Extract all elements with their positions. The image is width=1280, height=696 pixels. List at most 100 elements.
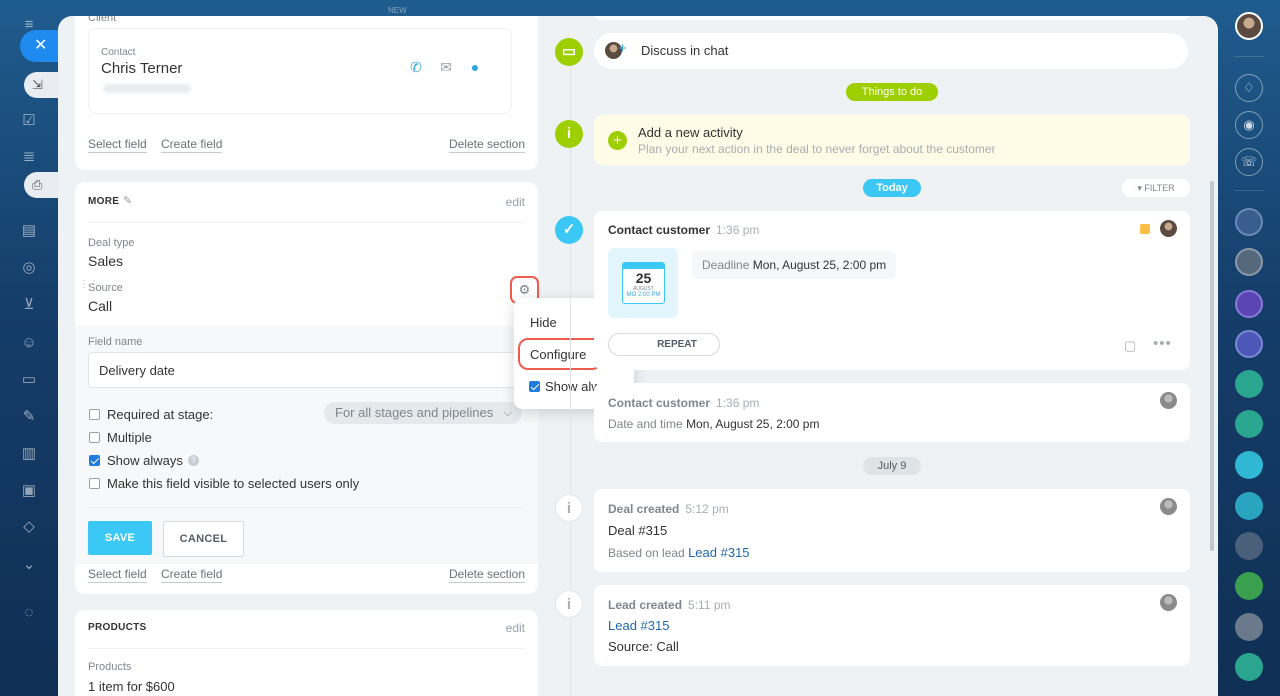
add-activity-card[interactable]: + Add a new activity Plan your next acti…	[594, 115, 1190, 165]
robot-icon[interactable]: ☺	[20, 334, 38, 352]
stage-select-value: For all stages and pipelines	[335, 405, 494, 420]
note-icon[interactable]: ▢	[1124, 338, 1136, 354]
required-checkbox[interactable]	[89, 409, 100, 420]
sign-icon[interactable]: ✎	[20, 408, 38, 426]
multiple-checkbox[interactable]	[89, 432, 100, 443]
more-options-icon[interactable]: •••	[1153, 335, 1172, 352]
task-icon-3[interactable]	[1235, 653, 1263, 681]
app-icon-indigo[interactable]	[1235, 330, 1263, 358]
select-field-link[interactable]: Select field	[88, 137, 147, 153]
analytics-icon[interactable]: ▥	[20, 445, 38, 463]
visible-users-checkbox[interactable]	[89, 478, 100, 489]
menu-item-hide[interactable]: Hide	[530, 315, 557, 330]
show-always-checkbox[interactable]	[89, 455, 100, 466]
store-icon[interactable]: ▤	[20, 222, 38, 240]
author-avatar[interactable]	[1160, 498, 1177, 515]
docs-icon[interactable]: ▭	[20, 371, 38, 389]
visible-users-label: Make this field visible to selected user…	[107, 476, 360, 491]
top-tab-label: NEW	[388, 6, 407, 15]
field-name-input[interactable]: Delivery date	[88, 352, 525, 388]
contact-avatar-4[interactable]	[1235, 613, 1263, 641]
contact-avatar-3[interactable]	[1235, 532, 1263, 560]
save-button[interactable]: SAVE	[88, 521, 152, 555]
more-edit-link[interactable]: edit	[506, 195, 525, 209]
inbox-icon[interactable]: ▣	[20, 482, 38, 500]
field-name-label: Field name	[88, 336, 143, 348]
chevron-down-icon[interactable]: ⌄	[20, 556, 38, 574]
discuss-in-chat[interactable]: + Discuss in chat	[594, 33, 1188, 69]
settings-icon[interactable]: ◌	[20, 604, 38, 622]
visible-users-row[interactable]: Make this field visible to selected user…	[89, 476, 359, 491]
print-icon: ⎙	[32, 177, 43, 192]
lead-created-title: Lead created 5:11 pm	[608, 598, 731, 612]
copilot-icon[interactable]: ◉	[1235, 111, 1263, 139]
phone-icon[interactable]: ✆	[407, 58, 425, 76]
author-avatar[interactable]	[1160, 594, 1177, 611]
show-always-row[interactable]: Show always?	[89, 453, 199, 468]
source-value: Call	[88, 298, 113, 314]
app-icon-purple[interactable]	[1235, 290, 1263, 318]
contact-name[interactable]: Chris Terner	[101, 60, 182, 77]
contact-avatar-1[interactable]	[1235, 208, 1263, 236]
help-icon[interactable]: ?	[187, 455, 199, 466]
task-icon-1[interactable]	[1235, 492, 1263, 520]
print-button[interactable]: ⎙	[24, 172, 58, 198]
field-edit-area: Field name Delivery date Required at sta…	[75, 326, 538, 564]
create-field-link[interactable]: Create field	[161, 137, 223, 153]
create-field-link[interactable]: Create field	[161, 567, 223, 583]
message-icon[interactable]	[1235, 451, 1263, 479]
rail-divider	[1234, 56, 1264, 57]
products-edit-link[interactable]: edit	[506, 621, 525, 635]
email-icon[interactable]: ✉	[437, 58, 455, 76]
client-label: Client	[88, 16, 117, 24]
lead-link[interactable]: Lead #315	[608, 618, 669, 633]
menu-item-configure[interactable]: Configure	[530, 347, 586, 362]
add-activity-icon[interactable]: +	[608, 131, 627, 150]
lead-link[interactable]: Lead #315	[688, 545, 749, 560]
cart-icon[interactable]: ⊻	[20, 296, 38, 314]
priority-flag[interactable]	[1140, 224, 1150, 234]
delete-section-link[interactable]: Delete section	[448, 137, 525, 153]
date-label: Date and time	[608, 417, 683, 431]
cube-icon[interactable]: ◇	[20, 518, 38, 536]
check-dot-icon: ✓	[555, 216, 583, 244]
task-icon-2[interactable]	[1235, 572, 1263, 600]
responsible-avatar[interactable]	[1160, 220, 1177, 237]
filter-button[interactable]: ▾ FILTER	[1122, 179, 1190, 197]
deal-type-label: Deal type	[88, 237, 135, 249]
based-on-row: Based on lead Lead #315	[608, 545, 750, 560]
crm-icon[interactable]: ≣	[20, 148, 38, 166]
close-icon: ✕	[34, 37, 48, 54]
activity-1-time: 1:36 pm	[716, 223, 760, 237]
user-avatar[interactable]	[1235, 12, 1263, 40]
show-always-menu-checkbox[interactable]	[529, 381, 540, 392]
stage-select[interactable]: For all stages and pipelines ⌵	[324, 402, 522, 424]
contact-avatar-2[interactable]	[1235, 248, 1263, 276]
tasks-icon[interactable]: ☑	[20, 112, 38, 130]
rail-divider	[1234, 190, 1264, 191]
cancel-button[interactable]: CANCEL	[163, 521, 244, 557]
required-row[interactable]: Required at stage:	[89, 407, 213, 422]
chat-bubble-icon[interactable]: ●	[466, 58, 484, 76]
bell-icon[interactable]: ♢	[1235, 74, 1263, 102]
delete-section-link[interactable]: Delete section	[448, 567, 525, 583]
multiple-row[interactable]: Multiple	[89, 430, 152, 445]
add-activity-subtitle: Plan your next action in the deal to nev…	[638, 142, 996, 156]
group-icon-1[interactable]	[1235, 370, 1263, 398]
chat-icon[interactable]: ☏	[1235, 148, 1263, 176]
repeat-button[interactable]: REPEAT	[608, 333, 720, 356]
divider	[88, 507, 525, 508]
scrollbar[interactable]	[1210, 181, 1214, 551]
show-always-label: Show always	[107, 453, 183, 468]
activity-card-1: Contact customer 1:36 pm 25 AUGUST MO 2:0…	[594, 211, 1190, 370]
responsible-avatar[interactable]	[1160, 392, 1177, 409]
minimize-button[interactable]: ⇲	[24, 72, 58, 98]
activity-2-title[interactable]: Contact customer 1:36 pm	[608, 396, 759, 410]
pencil-icon[interactable]: ✎	[123, 194, 132, 207]
select-field-link[interactable]: Select field	[88, 567, 147, 583]
activity-1-title[interactable]: Contact customer 1:36 pm	[608, 223, 759, 237]
group-icon-2[interactable]	[1235, 410, 1263, 438]
based-on-label: Based on lead	[608, 546, 685, 560]
target-icon[interactable]: ◎	[20, 259, 38, 277]
deadline-chip[interactable]: Deadline Mon, August 25, 2:00 pm	[692, 251, 897, 279]
